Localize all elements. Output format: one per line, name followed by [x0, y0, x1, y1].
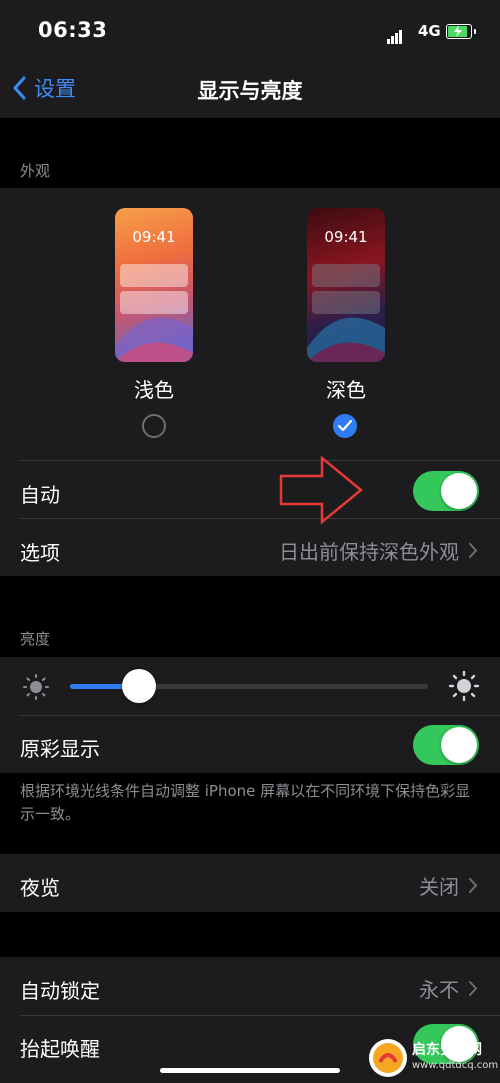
section-header-appearance: 外观 [20, 162, 51, 180]
auto-lock-label: 自动锁定 [20, 979, 100, 1003]
night-shift-label: 夜览 [20, 876, 60, 900]
true-tone-label: 原彩显示 [20, 737, 100, 761]
cellular-signal-icon [387, 25, 403, 44]
network-type: 4G [418, 22, 441, 40]
raise-to-wake-label: 抬起唤醒 [20, 1037, 100, 1061]
watermark-title: 启东安卓网 [412, 1042, 482, 1058]
dark-mode-preview[interactable]: 09:41 [307, 208, 385, 362]
watermark-icon [369, 1039, 407, 1077]
options-value: 日出前保持深色外观 [279, 540, 459, 564]
auto-lock-row[interactable]: 永不 [419, 974, 478, 1003]
preview-time: 09:41 [132, 228, 176, 246]
preview-time: 09:41 [324, 228, 368, 246]
brightness-slider-thumb[interactable] [122, 669, 156, 703]
light-mode-radio[interactable] [142, 414, 166, 438]
light-mode-preview[interactable]: 09:41 [115, 208, 193, 362]
appearance-group [0, 188, 500, 576]
status-time: 06:33 [38, 18, 108, 42]
chevron-right-icon [469, 981, 478, 996]
light-mode-label[interactable]: 浅色 [94, 374, 214, 403]
night-shift-value: 关闭 [419, 875, 459, 899]
annotation-arrow-icon [279, 455, 363, 525]
sun-large-icon [448, 670, 480, 702]
auto-toggle[interactable] [413, 471, 479, 511]
checkmark-icon [338, 420, 352, 432]
auto-label: 自动 [20, 483, 60, 507]
watermark-url: www.qdtdcq.com [412, 1060, 499, 1071]
back-button[interactable]: 设置 [12, 73, 76, 103]
chevron-right-icon [469, 878, 478, 893]
night-shift-row[interactable]: 关闭 [419, 871, 478, 900]
auto-lock-value: 永不 [419, 978, 459, 1002]
sun-small-icon [23, 674, 49, 700]
dark-mode-label[interactable]: 深色 [286, 374, 406, 403]
chevron-left-icon [13, 76, 26, 100]
home-indicator [160, 1068, 340, 1073]
true-tone-toggle[interactable] [413, 725, 479, 765]
options-row[interactable]: 日出前保持深色外观 [279, 536, 478, 565]
chevron-right-icon [469, 543, 478, 558]
back-label: 设置 [34, 77, 76, 101]
section-header-brightness: 亮度 [20, 630, 51, 648]
options-label: 选项 [20, 541, 60, 565]
brightness-slider[interactable] [70, 669, 428, 703]
true-tone-note: 根据环境光线条件自动调整 iPhone 屏幕以在不同环境下保持色彩显示一致。 [20, 782, 471, 823]
watermark-logo: 启东安卓网 www.qdtdcq.com [368, 1038, 498, 1078]
battery-icon [446, 24, 476, 39]
dark-mode-radio[interactable] [333, 414, 357, 438]
